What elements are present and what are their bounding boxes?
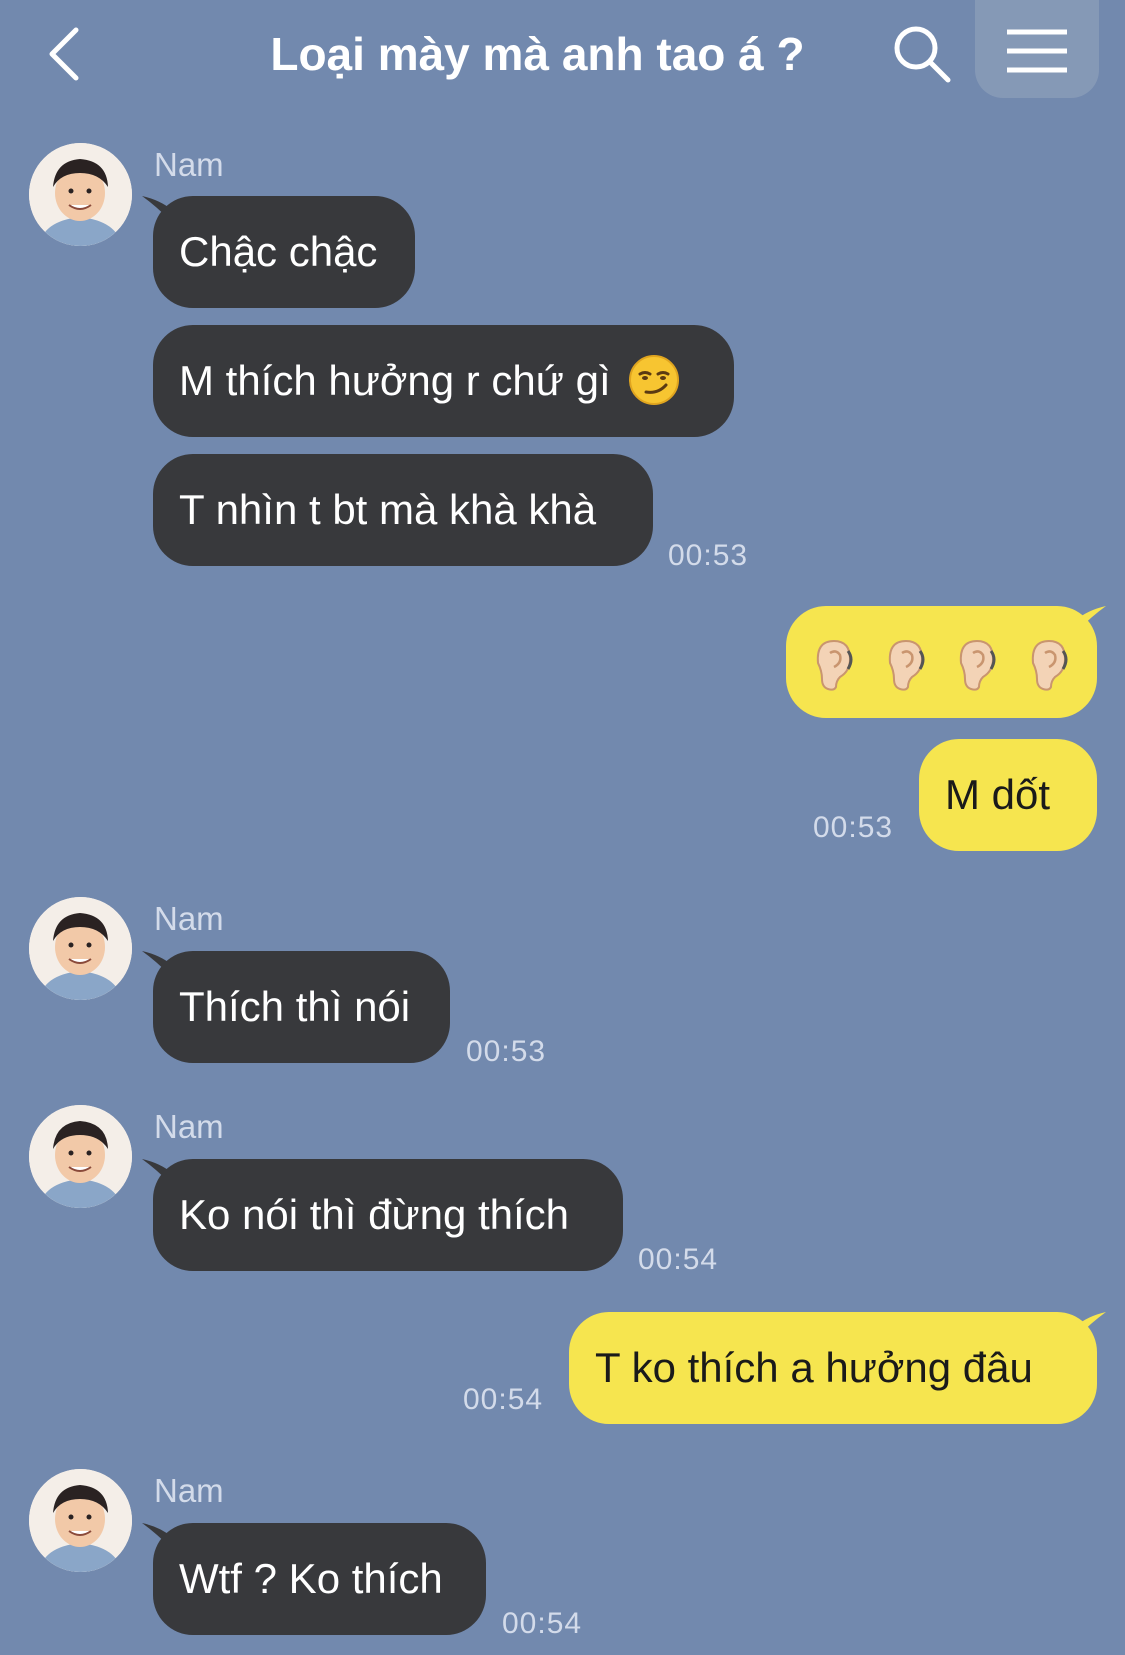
sender-name: Nam: [154, 1472, 224, 1509]
message-timestamp: 00:53: [466, 1035, 547, 1068]
avatar-photo-icon: [29, 1105, 132, 1208]
avatar-photo-icon: [29, 1469, 132, 1572]
message-bubble[interactable]: M thích hưởng r chứ gì: [153, 325, 734, 437]
ear-icon: [1031, 639, 1068, 691]
ear-icon: [816, 639, 853, 691]
ear-icon: [888, 639, 925, 691]
message-bubble-outgoing[interactable]: [786, 606, 1097, 718]
message-text: T ko thích a hưởng đâu: [595, 1344, 1033, 1391]
message-text: Ko nói thì đừng thích: [179, 1191, 570, 1238]
ear-icon: [960, 639, 996, 691]
message-timestamp: 00:54: [502, 1607, 583, 1640]
sender-name: Nam: [154, 146, 224, 183]
message-text: T nhìn t bt mà khà khà: [179, 486, 597, 533]
sender-name: Nam: [154, 900, 224, 937]
message-text: Chậc chậc: [179, 228, 378, 275]
chat-screen: Loại mày mà anh tao á ? Nam Chậc chậc M …: [0, 0, 1125, 1655]
search-button[interactable]: [888, 20, 954, 86]
message-bubble-outgoing[interactable]: T ko thích a hưởng đâu: [569, 1312, 1097, 1424]
menu-button[interactable]: [975, 0, 1099, 98]
message-text: Wtf ? Ko thích: [179, 1555, 443, 1602]
message-bubble[interactable]: Chậc chậc: [153, 196, 415, 308]
message-bubble-outgoing[interactable]: M dốt: [919, 739, 1097, 851]
message-bubble[interactable]: Thích thì nói: [153, 951, 450, 1063]
avatar[interactable]: [29, 897, 132, 1000]
message-timestamp: 00:54: [638, 1243, 719, 1276]
avatar-photo-icon: [29, 143, 132, 246]
message-text: M thích hưởng r chứ gì: [179, 357, 611, 404]
search-icon: [894, 26, 951, 83]
avatar[interactable]: [29, 1469, 132, 1572]
message-bubble[interactable]: T nhìn t bt mà khà khà: [153, 454, 653, 566]
message-timestamp: 00:54: [463, 1383, 544, 1416]
message-timestamp: 00:53: [813, 811, 894, 844]
bubble-tail: [1076, 1312, 1106, 1338]
bubble-tail: [1076, 606, 1106, 632]
avatar[interactable]: [29, 143, 132, 246]
chat-title: Loại mày mà anh tao á ?: [270, 28, 805, 80]
message-bubble[interactable]: Wtf ? Ko thích: [153, 1523, 486, 1635]
smirking-face-icon: [629, 354, 680, 405]
avatar[interactable]: [29, 1105, 132, 1208]
sender-name: Nam: [154, 1108, 224, 1145]
message-text: Thích thì nói: [179, 983, 411, 1030]
avatar-photo-icon: [29, 897, 132, 1000]
message-bubble[interactable]: Ko nói thì đừng thích: [153, 1159, 623, 1271]
back-button[interactable]: [40, 22, 100, 86]
chevron-left-icon: [49, 27, 79, 81]
message-text: M dốt: [945, 771, 1051, 818]
chat-header: Loại mày mà anh tao á ?: [0, 0, 1125, 110]
hamburger-menu-icon: [1007, 29, 1067, 73]
message-timestamp: 00:53: [668, 539, 749, 572]
